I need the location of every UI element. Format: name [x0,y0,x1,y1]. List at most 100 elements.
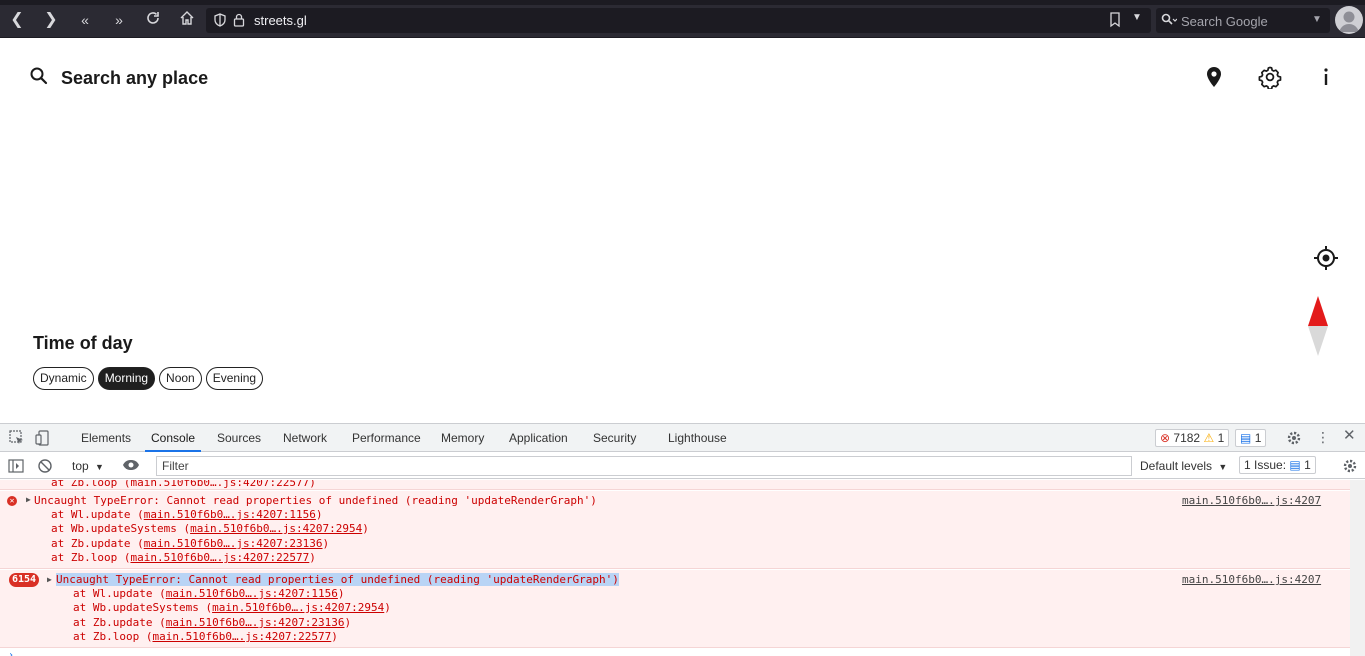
stack-link[interactable]: main.510f6b0….js:4207:1156 [144,508,316,521]
dropdown-arrow-icon[interactable]: ▼ [1132,12,1142,23]
message-icon: ▤ [1240,431,1252,445]
warning-count: 1 [1217,431,1225,445]
console-toolbar: top ▼ Filter Default levels ▼ 1 Issue: ▤… [0,453,1365,479]
stack-line: at Wl.update (main.510f6b0….js:4207:1156… [73,587,345,600]
tab-strip [0,0,1365,5]
error-warning-counter[interactable]: ⊗ 7182 ⚠ 1 [1155,429,1230,447]
settings-gear-icon[interactable] [1258,65,1282,90]
expand-arrow-icon[interactable]: ▶ [47,575,52,584]
show-sidebar-icon[interactable] [8,458,24,479]
device-toolbar-icon[interactable] [35,430,51,451]
tod-morning-button[interactable]: Morning [97,367,156,390]
tab-sources[interactable]: Sources [217,424,261,452]
console-settings-icon[interactable] [1342,458,1358,479]
clear-console-icon[interactable] [37,458,53,479]
tab-security[interactable]: Security [593,424,636,452]
time-of-day-title: Time of day [33,333,133,353]
default-levels-label: Default levels [1140,459,1213,473]
error-source-link[interactable]: main.510f6b0….js:4207 [1182,494,1321,507]
stack-line: at Zb.loop (main.510f6b0….js:4207:22577) [51,480,316,489]
live-expression-eye-icon[interactable] [122,457,140,478]
issues-count: 1 [1304,458,1311,472]
tab-memory[interactable]: Memory [441,424,484,452]
app-viewport: Search any place Time of day Dynamic Mor… [0,38,1365,423]
forward-icon[interactable]: ❯ [41,10,61,30]
rewind-icon[interactable]: « [75,10,95,30]
context-selector[interactable]: top ▼ [72,459,104,473]
info-counter[interactable]: ▤ 1 [1235,429,1267,447]
error-message: Uncaught TypeError: Cannot read properti… [56,573,619,586]
browser-toolbar: ❮ ❯ « » streets.gl ▼ Search Google ▼ [0,0,1365,38]
stack-link[interactable]: main.510f6b0….js:4207:23136 [166,616,345,629]
reload-icon[interactable] [143,10,163,30]
info-icon[interactable] [1314,65,1338,89]
stack-line: at Wb.updateSystems (main.510f6b0….js:42… [73,601,391,614]
tab-console[interactable]: Console [145,424,202,452]
time-of-day-options: Dynamic Morning Noon Evening [33,367,264,390]
stack-link[interactable]: main.510f6b0….js:4207:2954 [212,601,384,614]
stack-link[interactable]: main.510f6b0….js:4207:22577 [152,630,331,643]
inspect-element-icon[interactable] [9,430,25,451]
place-search[interactable]: Search any place [29,66,208,90]
console-filter-input[interactable]: Filter [156,456,1132,476]
search-icon[interactable] [29,66,49,91]
url-bar[interactable]: streets.gl ▼ [206,8,1151,33]
tab-lighthouse[interactable]: Lighthouse [668,424,727,452]
error-icon: ⊗ [1160,431,1171,445]
engine-dropdown-icon[interactable]: ▼ [1312,14,1322,25]
expand-arrow-icon[interactable]: ▶ [26,495,31,504]
issues-button[interactable]: 1 Issue: ▤ 1 [1239,456,1316,474]
stack-line: at Zb.loop (main.510f6b0….js:4207:22577) [51,551,316,564]
home-icon[interactable] [177,10,197,30]
location-pin-icon[interactable] [1202,65,1226,89]
console-entry-partial: at Zb.loop (main.510f6b0….js:4207:22577) [0,480,1350,490]
shield-icon[interactable] [214,13,226,32]
tod-dynamic-button[interactable]: Dynamic [33,367,94,390]
error-message: Uncaught TypeError: Cannot read properti… [34,494,597,507]
console-error-entry[interactable]: ✕ ▶ Uncaught TypeError: Cannot read prop… [0,491,1350,569]
bookmark-icon[interactable] [1109,12,1121,33]
url-text[interactable]: streets.gl [254,13,307,28]
back-icon[interactable]: ❮ [7,10,27,30]
stack-line: at Wl.update (main.510f6b0….js:4207:1156… [51,508,323,521]
search-icon[interactable] [1161,13,1178,32]
levels-dropdown-icon: ▼ [1218,462,1228,472]
lock-icon[interactable] [233,13,245,32]
devtools-settings-icon[interactable] [1286,430,1302,451]
error-count: 7182 [1173,431,1201,445]
warning-icon: ⚠ [1203,431,1215,445]
stack-link[interactable]: main.510f6b0….js:4207:23136 [144,537,323,550]
tab-network[interactable]: Network [283,424,327,452]
devtools-panel: Elements Console Sources Network Perform… [0,423,1365,656]
tab-performance[interactable]: Performance [352,424,421,452]
fast-forward-icon[interactable]: » [109,10,129,30]
stack-link[interactable]: main.510f6b0….js:4207:1156 [166,587,338,600]
tod-evening-button[interactable]: Evening [205,367,264,390]
tab-application[interactable]: Application [509,424,568,452]
context-label: top [72,459,89,473]
compass-icon[interactable] [1307,296,1329,356]
error-source-link[interactable]: main.510f6b0….js:4207 [1182,573,1321,586]
context-dropdown-icon: ▼ [95,462,104,472]
web-search-box[interactable]: Search Google ▼ [1156,8,1330,33]
info-count: 1 [1254,431,1262,445]
issue-message-icon: ▤ [1289,458,1301,472]
locate-me-icon[interactable] [1313,245,1339,271]
profile-avatar[interactable] [1335,6,1363,34]
console-scrollbar[interactable] [1350,480,1365,656]
stack-link[interactable]: main.510f6b0….js:4207:22577 [130,551,309,564]
stack-link[interactable]: main.510f6b0….js:4207:2954 [190,522,362,535]
search-label[interactable]: Search any place [61,68,208,89]
tab-elements[interactable]: Elements [81,424,131,452]
console-prompt-icon[interactable]: › [8,650,14,656]
stack-line: at Zb.update (main.510f6b0….js:4207:2313… [73,616,352,629]
stack-line: at Wb.updateSystems (main.510f6b0….js:42… [51,522,369,535]
tod-noon-button[interactable]: Noon [159,367,202,390]
more-options-icon[interactable]: ⋮ [1316,429,1330,445]
devtools-tab-bar: Elements Console Sources Network Perform… [0,424,1365,452]
console-error-entry[interactable]: 6154 ▶ Uncaught TypeError: Cannot read p… [0,570,1350,648]
stack-line: at Zb.loop (main.510f6b0….js:4207:22577) [73,630,338,643]
console-messages: at Zb.loop (main.510f6b0….js:4207:22577)… [0,480,1350,656]
default-levels-dropdown[interactable]: Default levels ▼ [1140,459,1227,473]
close-devtools-icon[interactable]: ✕ [1343,428,1356,444]
